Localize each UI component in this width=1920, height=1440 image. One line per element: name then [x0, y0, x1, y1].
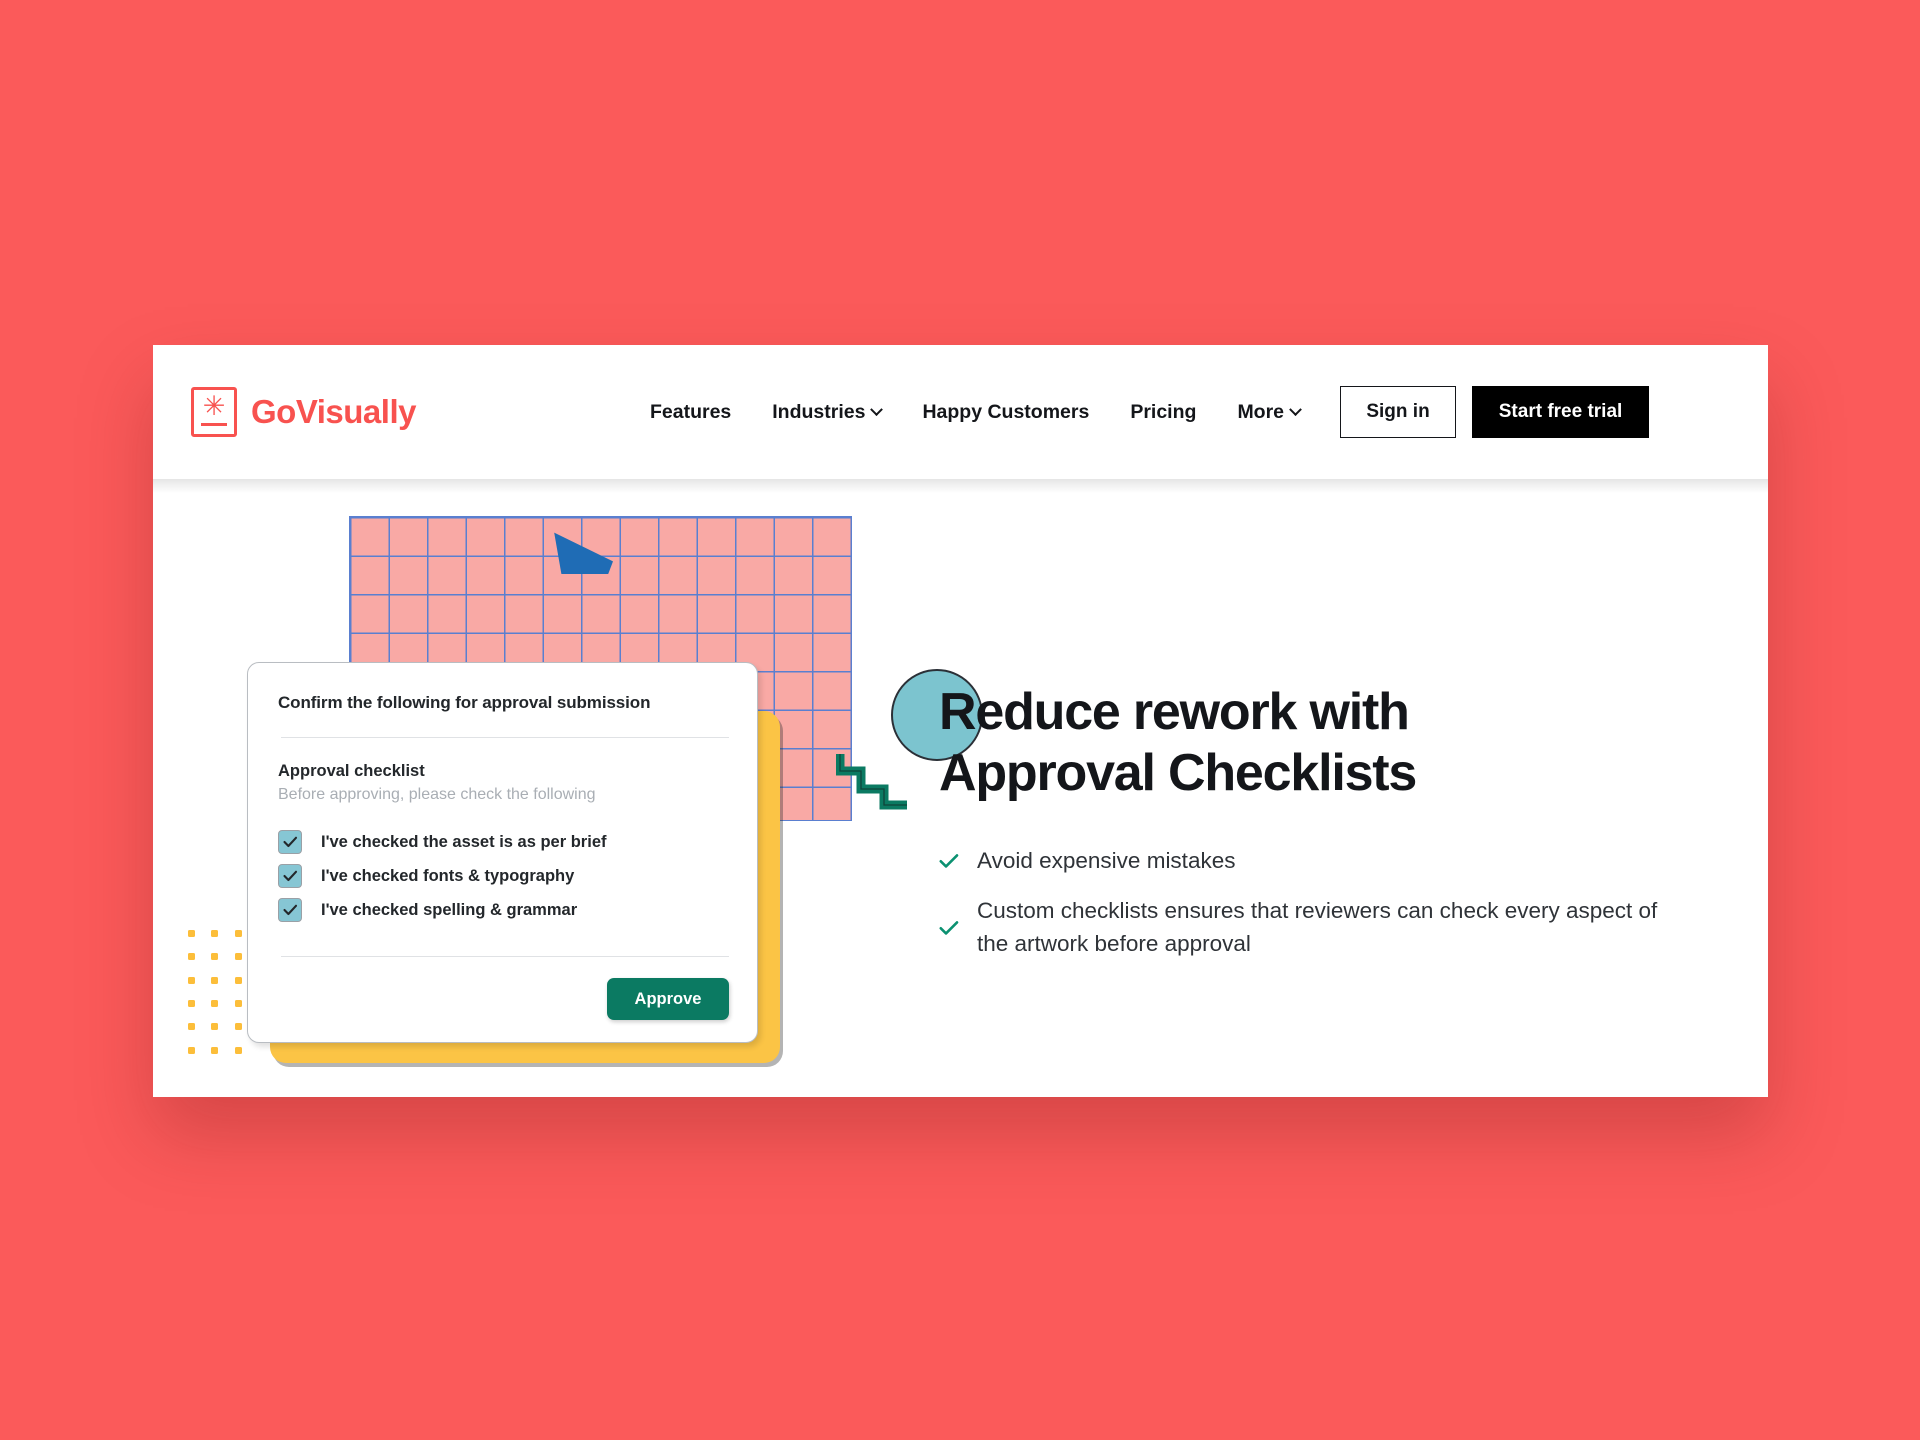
- checklist-item-label: I've checked the asset is as per brief: [321, 832, 607, 851]
- yellow-dot-grid-decoration: [180, 922, 250, 1062]
- approve-button[interactable]: Approve: [607, 978, 729, 1021]
- main-nav: Features Industries Happy Customers Pric…: [650, 400, 1302, 424]
- chevron-down-icon: [870, 402, 884, 416]
- nav-label: Features: [649, 400, 732, 423]
- asterisk-icon: ✳: [202, 391, 226, 422]
- checklist-item[interactable]: I've checked the asset is as per brief: [278, 830, 732, 855]
- hero-bullet: Avoid expensive mistakes: [939, 845, 1679, 878]
- header-actions: Sign in Start free trial: [1340, 386, 1650, 438]
- card-divider-top: [281, 737, 729, 739]
- nav-item-features[interactable]: Features: [650, 401, 731, 424]
- nav-item-pricing[interactable]: Pricing: [1130, 401, 1196, 424]
- nav-label: Industries: [772, 400, 866, 423]
- hero-illustration: Confirm the following for approval submi…: [153, 479, 983, 1097]
- nav-label: Pricing: [1130, 400, 1197, 423]
- checkbox-checked-icon[interactable]: [278, 864, 302, 889]
- checklist-item[interactable]: I've checked fonts & typography: [278, 864, 732, 889]
- checklist-item-label: I've checked spelling & grammar: [321, 900, 578, 919]
- start-free-trial-button[interactable]: Start free trial: [1472, 386, 1650, 438]
- brand-logo[interactable]: ✳ GoVisually: [191, 387, 416, 437]
- check-icon: [939, 921, 959, 935]
- logo-mark-icon: ✳: [191, 387, 237, 437]
- nav-label: Happy Customers: [922, 400, 1090, 423]
- hero-bullet: Custom checklists ensures that reviewers…: [939, 895, 1679, 960]
- hero-copy: Reduce rework with Approval Checklists A…: [939, 682, 1679, 961]
- logo-underline: [201, 423, 227, 426]
- checkbox-checked-icon[interactable]: [278, 898, 302, 923]
- hero-bullet-list: Avoid expensive mistakes Custom checklis…: [939, 845, 1679, 961]
- nav-item-happy-customers[interactable]: Happy Customers: [922, 401, 1089, 424]
- green-staircase-decoration: [836, 754, 907, 810]
- brand-name: GoVisually: [251, 393, 416, 430]
- hero-bullet-text: Custom checklists ensures that reviewers…: [977, 898, 1658, 956]
- checklist-item[interactable]: I've checked spelling & grammar: [278, 898, 732, 923]
- nav-item-industries[interactable]: Industries: [772, 400, 884, 424]
- hero-section: Confirm the following for approval submi…: [153, 479, 1768, 1097]
- checklist-section-title: Approval checklist: [278, 762, 425, 781]
- sign-in-button[interactable]: Sign in: [1340, 386, 1457, 438]
- browser-page-panel: ✳ GoVisually Features Industries Happy C…: [153, 345, 1768, 1097]
- hero-title-line-2: Approval Checklists: [939, 744, 1417, 803]
- card-title: Confirm the following for approval submi…: [278, 693, 651, 712]
- approval-checklist-card: Confirm the following for approval submi…: [247, 662, 758, 1043]
- checklist-section-subtitle: Before approving, please check the follo…: [278, 786, 596, 804]
- nav-item-more[interactable]: More: [1237, 400, 1302, 424]
- nav-label: More: [1237, 400, 1285, 423]
- header-shadow: [153, 479, 1768, 493]
- card-footer: Approve: [278, 957, 732, 1021]
- check-icon: [939, 854, 959, 868]
- chevron-down-icon: [1289, 402, 1302, 416]
- page-title: Reduce rework with Approval Checklists: [939, 682, 1679, 805]
- hero-title-line-1: Reduce rework with: [939, 683, 1410, 741]
- hero-bullet-text: Avoid expensive mistakes: [977, 847, 1236, 873]
- checklist: I've checked the asset is as per brief I…: [278, 830, 732, 923]
- checkbox-checked-icon[interactable]: [278, 830, 302, 855]
- checklist-item-label: I've checked fonts & typography: [321, 866, 575, 885]
- site-header: ✳ GoVisually Features Industries Happy C…: [153, 345, 1768, 479]
